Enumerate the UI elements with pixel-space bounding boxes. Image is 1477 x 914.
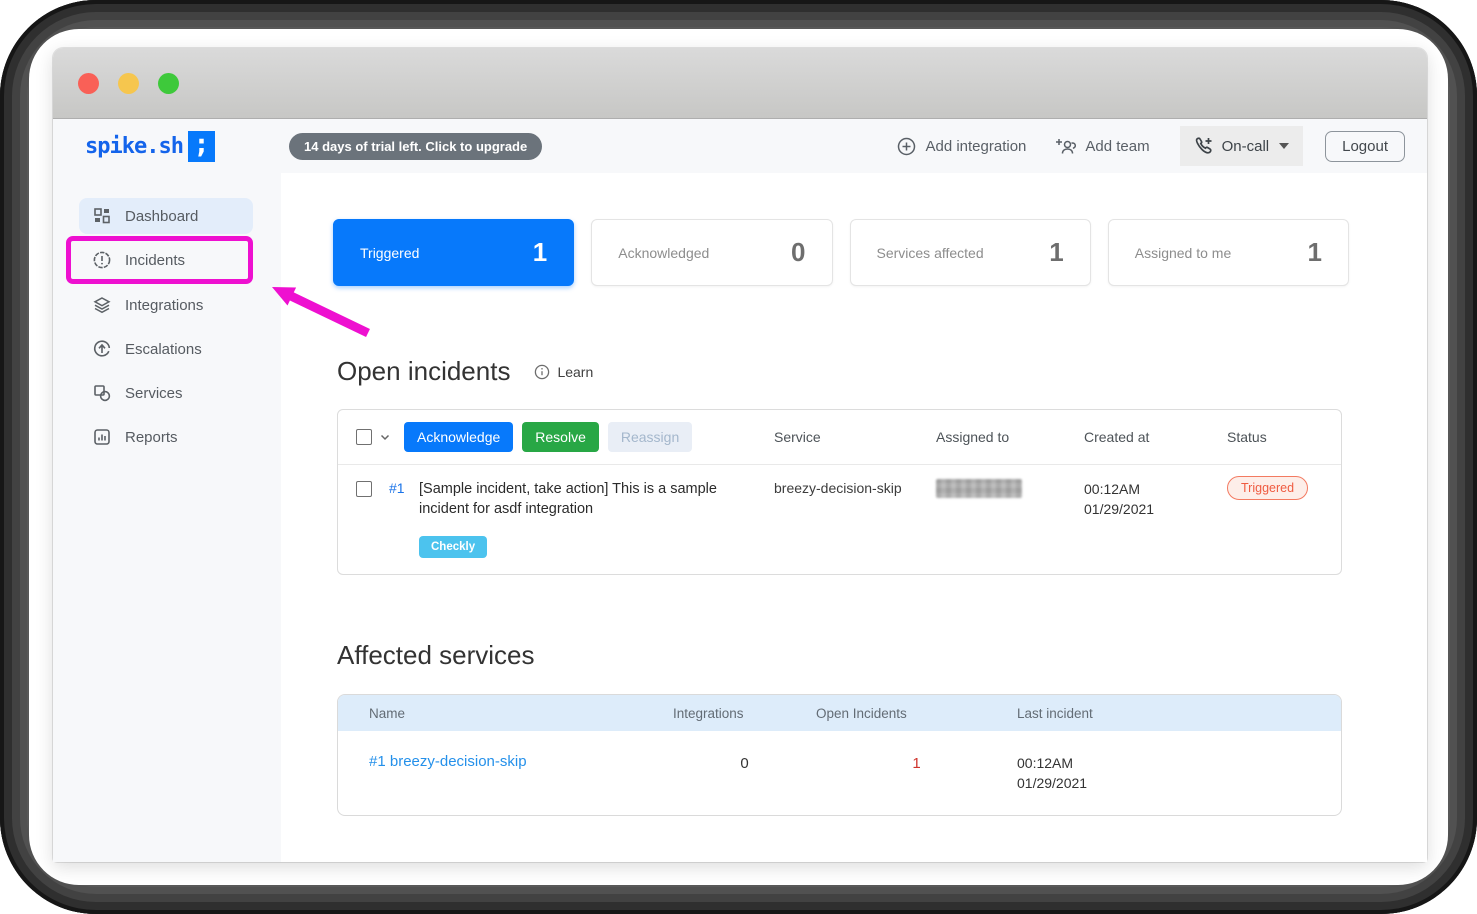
spike-logo-text: spike.sh	[85, 133, 184, 159]
open-incidents-title: Open incidents	[337, 356, 511, 386]
column-header-created-at: Created at	[1084, 429, 1150, 445]
header-actions: Add integration Add team On-call Logout	[883, 126, 1405, 166]
on-call-label: On-call	[1221, 137, 1270, 155]
incident-id-link[interactable]: #1	[389, 479, 419, 496]
service-row[interactable]: #1 breezy-decision-skip 0 1 00:12AM 01/2…	[338, 731, 1341, 815]
column-header-open-incidents: Open Incidents	[816, 705, 907, 721]
stat-label: Acknowledged	[618, 244, 710, 261]
add-team-button[interactable]: Add team	[1040, 137, 1163, 156]
app-header: spike.sh ; 14 days of trial left. Click …	[53, 119, 1427, 173]
affected-services-heading: Affected services	[337, 640, 1427, 671]
layers-icon	[93, 297, 111, 314]
service-open-incidents-count: 1	[912, 755, 921, 772]
assigned-to-redacted-value	[936, 479, 1022, 498]
add-integration-label: Add integration	[925, 137, 1027, 155]
affected-services-title: Affected services	[337, 640, 535, 670]
status-badge-triggered: Triggered	[1227, 476, 1309, 500]
sidebar-item-label: Escalations	[125, 340, 202, 358]
sidebar-item-label: Incidents	[125, 251, 186, 269]
sidebar-item-incidents[interactable]: Incidents	[79, 242, 253, 278]
column-header-integrations: Integrations	[673, 705, 744, 721]
incident-created-time: 00:12AM	[1084, 481, 1141, 497]
open-incidents-heading: Open incidents Learn	[337, 356, 1427, 387]
column-header-service: Service	[774, 429, 821, 445]
stat-card-acknowledged[interactable]: Acknowledged 0	[591, 219, 833, 286]
sidebar-item-dashboard[interactable]: Dashboard	[79, 198, 253, 234]
bulk-actions: Acknowledge Resolve Reassign	[404, 422, 774, 452]
bar-chart-icon	[94, 429, 110, 445]
incident-row[interactable]: #1 [Sample incident, take action] This i…	[338, 465, 1341, 574]
column-header-assigned-to: Assigned to	[936, 429, 1010, 445]
add-integration-button[interactable]: Add integration	[883, 137, 1040, 156]
screen-area: spike.sh ; 14 days of trial left. Click …	[29, 29, 1448, 885]
stat-value: 1	[532, 237, 548, 267]
close-window-button[interactable]	[78, 72, 99, 94]
acknowledge-button[interactable]: Acknowledge	[404, 422, 514, 452]
stat-cards: Triggered 1 Acknowledged 0 Services affe…	[333, 219, 1349, 286]
app-body: Dashboard Incidents Integrations Escalat…	[53, 173, 1427, 862]
spike-semicolon-icon: ;	[187, 130, 215, 162]
learn-label: Learn	[557, 363, 594, 380]
row-checkbox[interactable]	[356, 481, 372, 497]
select-all-checkbox[interactable]	[356, 429, 372, 445]
column-header-name: Name	[369, 705, 406, 721]
last-incident-date: 01/29/2021	[1017, 775, 1088, 791]
main-content: Triggered 1 Acknowledged 0 Services affe…	[281, 173, 1427, 862]
dashboard-grid-icon	[94, 208, 110, 224]
column-header-last-incident: Last incident	[1017, 705, 1093, 721]
stat-value: 0	[791, 237, 806, 267]
open-incidents-table: Acknowledge Resolve Reassign Service Ass…	[337, 409, 1342, 575]
sidebar: Dashboard Incidents Integrations Escalat…	[53, 173, 281, 862]
chevron-down-icon[interactable]	[379, 431, 391, 443]
sidebar-item-escalations[interactable]: Escalations	[79, 331, 253, 367]
phone-plus-icon	[1195, 137, 1212, 154]
stat-card-assigned-to-me[interactable]: Assigned to me 1	[1107, 219, 1349, 286]
last-incident-time: 00:12AM	[1017, 755, 1074, 771]
escalation-up-arrow-icon	[93, 340, 111, 357]
plus-circle-icon	[898, 137, 916, 155]
affected-services-table: Name Integrations Open Incidents Last in…	[337, 694, 1342, 816]
stat-label: Assigned to me	[1134, 244, 1232, 261]
sidebar-item-integrations[interactable]: Integrations	[79, 287, 253, 323]
stat-card-triggered[interactable]: Triggered 1	[333, 219, 575, 286]
incident-title[interactable]: [Sample incident, take action] This is a…	[419, 479, 719, 519]
affected-services-table-header: Name Integrations Open Incidents Last in…	[338, 695, 1341, 731]
sidebar-item-label: Services	[125, 384, 183, 402]
minimize-window-button[interactable]	[118, 72, 139, 94]
trial-upgrade-badge[interactable]: 14 days of trial left. Click to upgrade	[289, 132, 543, 160]
device-bezel: spike.sh ; 14 days of trial left. Click …	[0, 0, 1477, 914]
window-titlebar	[53, 48, 1427, 119]
resolve-button[interactable]: Resolve	[522, 422, 599, 452]
sidebar-item-reports[interactable]: Reports	[79, 419, 253, 455]
caret-down-icon	[1279, 143, 1290, 149]
zoom-window-button[interactable]	[158, 72, 179, 94]
stat-label: Triggered	[360, 244, 420, 261]
stat-card-services-affected[interactable]: Services affected 1	[849, 219, 1091, 286]
stat-value: 1	[1049, 237, 1064, 267]
stat-label: Services affected	[876, 244, 984, 261]
stat-value: 1	[1307, 237, 1322, 267]
add-team-label: Add team	[1085, 137, 1150, 155]
learn-link[interactable]: Learn	[534, 364, 593, 380]
incident-created-date: 01/29/2021	[1084, 501, 1155, 517]
sidebar-item-services[interactable]: Services	[79, 375, 253, 411]
sidebar-item-label: Dashboard	[125, 207, 199, 225]
reassign-button[interactable]: Reassign	[607, 422, 693, 452]
incident-badge-icon	[93, 251, 111, 269]
service-name-link[interactable]: #1 breezy-decision-skip	[369, 753, 527, 770]
sidebar-item-label: Reports	[125, 428, 178, 446]
sidebar-item-label: Integrations	[125, 296, 204, 314]
logout-button[interactable]: Logout	[1325, 130, 1405, 162]
open-incidents-table-header: Acknowledge Resolve Reassign Service Ass…	[338, 410, 1341, 465]
incident-service: breezy-decision-skip	[774, 480, 902, 496]
shapes-icon	[94, 385, 111, 402]
spike-logo[interactable]: spike.sh ;	[53, 130, 281, 162]
info-circle-icon	[535, 364, 550, 379]
column-header-status: Status	[1227, 429, 1267, 445]
integration-badge[interactable]: Checkly	[419, 536, 488, 558]
user-plus-icon	[1056, 138, 1077, 154]
browser-window: spike.sh ; 14 days of trial left. Click …	[53, 48, 1427, 862]
on-call-dropdown[interactable]: On-call	[1179, 126, 1304, 166]
service-integrations-count: 0	[740, 755, 749, 772]
